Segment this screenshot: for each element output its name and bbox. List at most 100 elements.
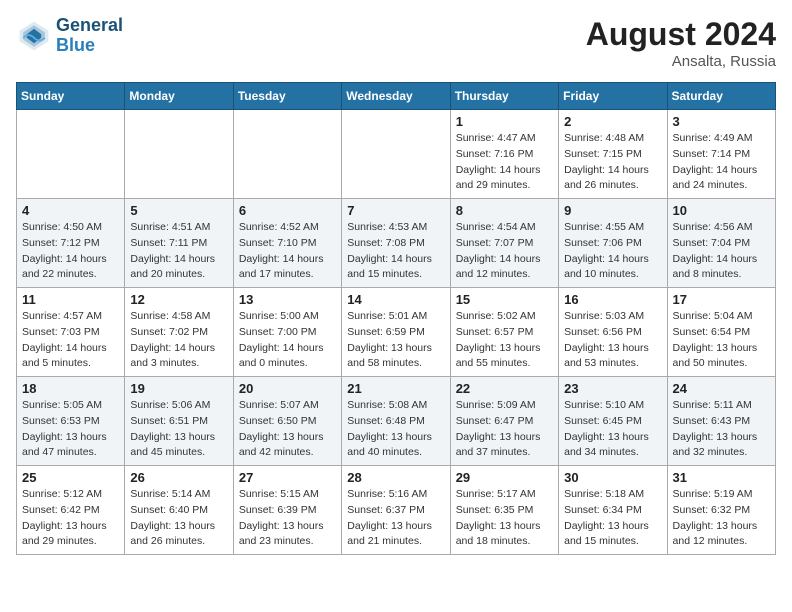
calendar-cell: 2 Sunrise: 4:48 AMSunset: 7:15 PMDaylight…: [559, 110, 667, 199]
header-saturday: Saturday: [667, 83, 775, 110]
week-row-5: 25Sunrise: 5:12 AMSunset: 6:42 PMDayligh…: [17, 466, 776, 555]
day-number: 2: [564, 114, 661, 129]
day-number: 31: [673, 470, 770, 485]
day-info: Sunrise: 5:05 AMSunset: 6:53 PMDaylight:…: [22, 398, 119, 461]
day-info: Sunrise: 5:04 AMSunset: 6:54 PMDaylight:…: [673, 309, 770, 372]
calendar-cell: 5Sunrise: 4:51 AMSunset: 7:11 PMDaylight…: [125, 199, 233, 288]
calendar-cell: [342, 110, 450, 199]
day-number: 22: [456, 381, 553, 396]
page-header: General Blue August 2024 Ansalta, Russia: [16, 16, 776, 70]
calendar-cell: 14 Sunrise: 5:01 AMSunset: 6:59 PMDayligh…: [342, 288, 450, 377]
day-info: Sunrise: 4:50 AMSunset: 7:12 PMDaylight:…: [22, 220, 119, 283]
header-sunday: Sunday: [17, 83, 125, 110]
calendar-cell: 7 Sunrise: 4:53 AMSunset: 7:08 PMDaylight…: [342, 199, 450, 288]
calendar-cell: 10 Sunrise: 4:56 AMSunset: 7:04 PMDayligh…: [667, 199, 775, 288]
day-number: 16: [564, 292, 661, 307]
day-number: 12: [130, 292, 227, 307]
calendar-cell: 24 Sunrise: 5:11 AMSunset: 6:43 PMDayligh…: [667, 377, 775, 466]
calendar-cell: 30Sunrise: 5:18 AMSunset: 6:34 PMDayligh…: [559, 466, 667, 555]
day-number: 9: [564, 203, 661, 218]
calendar-cell: [233, 110, 341, 199]
header-thursday: Thursday: [450, 83, 558, 110]
day-info: Sunrise: 4:47 AMSunset: 7:16 PMDaylight:…: [456, 131, 553, 194]
day-number: 26: [130, 470, 227, 485]
calendar-cell: 11Sunrise: 4:57 AMSunset: 7:03 PMDayligh…: [17, 288, 125, 377]
day-number: 10: [673, 203, 770, 218]
header-wednesday: Wednesday: [342, 83, 450, 110]
calendar-cell: 29 Sunrise: 5:17 AMSunset: 6:35 PMDayligh…: [450, 466, 558, 555]
calendar-table: SundayMondayTuesdayWednesdayThursdayFrid…: [16, 82, 776, 555]
calendar-cell: 20Sunrise: 5:07 AMSunset: 6:50 PMDayligh…: [233, 377, 341, 466]
calendar-cell: 21Sunrise: 5:08 AMSunset: 6:48 PMDayligh…: [342, 377, 450, 466]
day-info: Sunrise: 5:16 AMSunset: 6:37 PMDaylight:…: [347, 487, 444, 550]
week-row-2: 4 Sunrise: 4:50 AMSunset: 7:12 PMDaylight…: [17, 199, 776, 288]
day-info: Sunrise: 5:06 AMSunset: 6:51 PMDaylight:…: [130, 398, 227, 461]
day-number: 6: [239, 203, 336, 218]
day-info: Sunrise: 5:03 AMSunset: 6:56 PMDaylight:…: [564, 309, 661, 372]
day-info: Sunrise: 5:00 AMSunset: 7:00 PMDaylight:…: [239, 309, 336, 372]
logo: General Blue: [16, 16, 123, 56]
calendar-cell: 23 Sunrise: 5:10 AMSunset: 6:45 PMDayligh…: [559, 377, 667, 466]
calendar-cell: 25Sunrise: 5:12 AMSunset: 6:42 PMDayligh…: [17, 466, 125, 555]
day-info: Sunrise: 4:49 AMSunset: 7:14 PMDaylight:…: [673, 131, 770, 194]
day-info: Sunrise: 5:10 AMSunset: 6:45 PMDaylight:…: [564, 398, 661, 461]
header-friday: Friday: [559, 83, 667, 110]
calendar-cell: 26Sunrise: 5:14 AMSunset: 6:40 PMDayligh…: [125, 466, 233, 555]
calendar-cell: 9 Sunrise: 4:55 AMSunset: 7:06 PMDaylight…: [559, 199, 667, 288]
day-info: Sunrise: 5:01 AMSunset: 6:59 PMDaylight:…: [347, 309, 444, 372]
header-tuesday: Tuesday: [233, 83, 341, 110]
week-row-4: 18Sunrise: 5:05 AMSunset: 6:53 PMDayligh…: [17, 377, 776, 466]
calendar-cell: 1Sunrise: 4:47 AMSunset: 7:16 PMDaylight…: [450, 110, 558, 199]
calendar-cell: [125, 110, 233, 199]
day-number: 27: [239, 470, 336, 485]
logo-icon: [16, 18, 52, 54]
day-info: Sunrise: 4:51 AMSunset: 7:11 PMDaylight:…: [130, 220, 227, 283]
day-number: 24: [673, 381, 770, 396]
day-info: Sunrise: 4:56 AMSunset: 7:04 PMDaylight:…: [673, 220, 770, 283]
day-number: 4: [22, 203, 119, 218]
day-info: Sunrise: 4:53 AMSunset: 7:08 PMDaylight:…: [347, 220, 444, 283]
calendar-cell: 8 Sunrise: 4:54 AMSunset: 7:07 PMDaylight…: [450, 199, 558, 288]
day-number: 20: [239, 381, 336, 396]
calendar-cell: 31 Sunrise: 5:19 AMSunset: 6:32 PMDayligh…: [667, 466, 775, 555]
day-number: 19: [130, 381, 227, 396]
day-info: Sunrise: 5:12 AMSunset: 6:42 PMDaylight:…: [22, 487, 119, 550]
weekday-header-row: SundayMondayTuesdayWednesdayThursdayFrid…: [17, 83, 776, 110]
day-number: 17: [673, 292, 770, 307]
day-number: 7: [347, 203, 444, 218]
location-subtitle: Ansalta, Russia: [586, 53, 776, 70]
day-info: Sunrise: 4:58 AMSunset: 7:02 PMDaylight:…: [130, 309, 227, 372]
day-number: 28: [347, 470, 444, 485]
calendar-cell: 15Sunrise: 5:02 AMSunset: 6:57 PMDayligh…: [450, 288, 558, 377]
day-info: Sunrise: 4:52 AMSunset: 7:10 PMDaylight:…: [239, 220, 336, 283]
calendar-cell: 4 Sunrise: 4:50 AMSunset: 7:12 PMDaylight…: [17, 199, 125, 288]
calendar-cell: 28 Sunrise: 5:16 AMSunset: 6:37 PMDayligh…: [342, 466, 450, 555]
day-info: Sunrise: 4:48 AMSunset: 7:15 PMDaylight:…: [564, 131, 661, 194]
day-number: 23: [564, 381, 661, 396]
calendar-cell: 12 Sunrise: 4:58 AMSunset: 7:02 PMDayligh…: [125, 288, 233, 377]
day-number: 8: [456, 203, 553, 218]
title-block: August 2024 Ansalta, Russia: [586, 16, 776, 70]
calendar-cell: 18Sunrise: 5:05 AMSunset: 6:53 PMDayligh…: [17, 377, 125, 466]
day-info: Sunrise: 4:55 AMSunset: 7:06 PMDaylight:…: [564, 220, 661, 283]
calendar-cell: 27Sunrise: 5:15 AMSunset: 6:39 PMDayligh…: [233, 466, 341, 555]
day-info: Sunrise: 5:08 AMSunset: 6:48 PMDaylight:…: [347, 398, 444, 461]
calendar-cell: 16 Sunrise: 5:03 AMSunset: 6:56 PMDayligh…: [559, 288, 667, 377]
day-info: Sunrise: 5:18 AMSunset: 6:34 PMDaylight:…: [564, 487, 661, 550]
calendar-cell: 22 Sunrise: 5:09 AMSunset: 6:47 PMDayligh…: [450, 377, 558, 466]
week-row-3: 11Sunrise: 4:57 AMSunset: 7:03 PMDayligh…: [17, 288, 776, 377]
day-number: 14: [347, 292, 444, 307]
day-number: 13: [239, 292, 336, 307]
day-info: Sunrise: 5:17 AMSunset: 6:35 PMDaylight:…: [456, 487, 553, 550]
day-info: Sunrise: 5:11 AMSunset: 6:43 PMDaylight:…: [673, 398, 770, 461]
day-info: Sunrise: 4:57 AMSunset: 7:03 PMDaylight:…: [22, 309, 119, 372]
day-info: Sunrise: 5:19 AMSunset: 6:32 PMDaylight:…: [673, 487, 770, 550]
day-number: 29: [456, 470, 553, 485]
day-info: Sunrise: 5:02 AMSunset: 6:57 PMDaylight:…: [456, 309, 553, 372]
day-info: Sunrise: 4:54 AMSunset: 7:07 PMDaylight:…: [456, 220, 553, 283]
calendar-cell: [17, 110, 125, 199]
calendar-cell: 6 Sunrise: 4:52 AMSunset: 7:10 PMDaylight…: [233, 199, 341, 288]
logo-text: General Blue: [56, 16, 123, 56]
day-info: Sunrise: 5:09 AMSunset: 6:47 PMDaylight:…: [456, 398, 553, 461]
calendar-cell: 13 Sunrise: 5:00 AMSunset: 7:00 PMDayligh…: [233, 288, 341, 377]
